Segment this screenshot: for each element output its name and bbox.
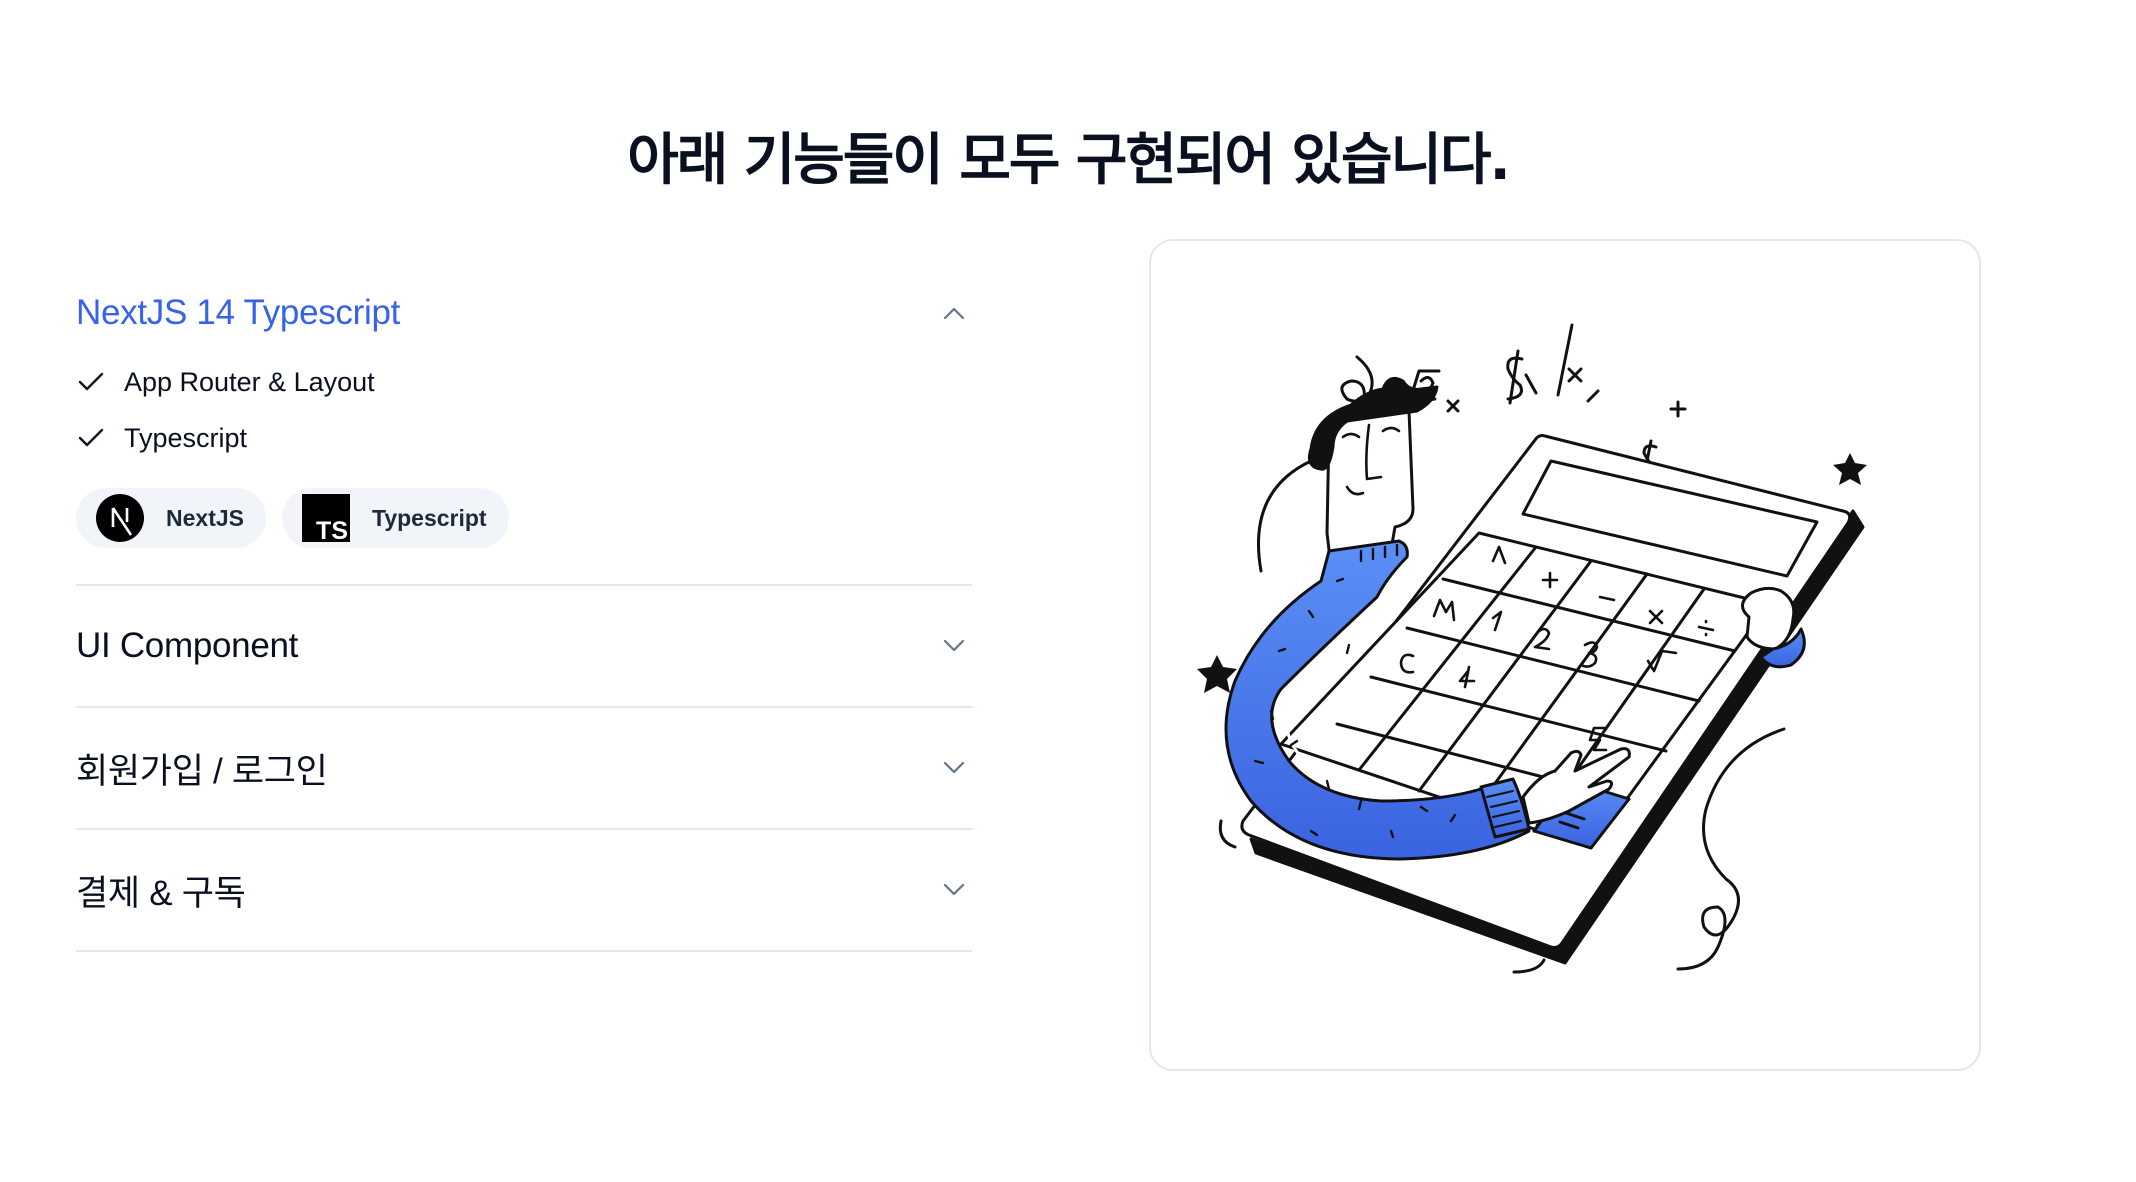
tech-chips: NextJS TS Typescript [76, 488, 972, 548]
chip-nextjs: NextJS [76, 488, 266, 548]
check-list-item: Typescript [76, 410, 972, 466]
accordion-item-nextjs: NextJS 14 Typescript App Router & Layout… [76, 272, 972, 586]
doodle-dollar [1506, 349, 1524, 405]
svg-text:TS: TS [316, 517, 348, 542]
accordion-title: 회원가입 / 로그인 [76, 751, 328, 791]
chevron-down-icon[interactable] [940, 632, 968, 660]
chevron-down-icon[interactable] [940, 754, 968, 782]
accordion-header-ui-component[interactable]: UI Component [76, 586, 972, 706]
star-icon [1197, 655, 1237, 693]
chevron-up-icon[interactable] [940, 299, 968, 327]
accordion-content-nextjs: App Router & Layout Typescript NextJS TS… [76, 354, 972, 584]
check-icon [76, 423, 106, 453]
accordion-item-ui-component: UI Component [76, 586, 972, 708]
accordion-item-auth: 회원가입 / 로그인 [76, 708, 972, 830]
doodle-arc [1218, 819, 1237, 849]
chip-label: NextJS [166, 504, 244, 531]
accordion-item-payment: 결제 & 구독 [76, 830, 972, 952]
accordion-header-nextjs[interactable]: NextJS 14 Typescript [76, 272, 972, 354]
accordion-title: 결제 & 구독 [76, 873, 246, 913]
illustration-card [1149, 239, 1981, 1071]
doodle-plus [1669, 400, 1687, 418]
doodle-x [1567, 367, 1583, 383]
page-title: 아래 기능들이 모두 구현되어 있습니다. [627, 127, 1511, 193]
accordion-title: UI Component [76, 626, 299, 665]
chevron-down-icon[interactable] [940, 876, 968, 904]
feature-check-list: App Router & Layout Typescript [76, 354, 972, 466]
check-icon [76, 367, 106, 397]
check-item-label: App Router & Layout [124, 366, 375, 397]
check-list-item: App Router & Layout [76, 354, 972, 410]
features-accordion: NextJS 14 Typescript App Router & Layout… [76, 272, 972, 952]
accordion-title: NextJS 14 Typescript [76, 293, 401, 332]
doodle-arc-2 [1512, 958, 1546, 974]
accordion-header-auth[interactable]: 회원가입 / 로그인 [76, 708, 972, 828]
calculator-illustration [1197, 323, 1867, 974]
typescript-logo-icon: TS [301, 494, 350, 542]
accordion-header-payment[interactable]: 결제 & 구독 [76, 830, 972, 950]
chip-label: Typescript [371, 504, 487, 531]
check-item-label: Typescript [124, 422, 248, 453]
person-hand-right [1741, 586, 1796, 651]
burst-lines [1524, 323, 1600, 403]
star-icon [1833, 453, 1867, 485]
chip-typescript: TS Typescript [281, 488, 509, 548]
doodle-x-small [1446, 399, 1460, 413]
nextjs-logo-icon [96, 494, 144, 542]
